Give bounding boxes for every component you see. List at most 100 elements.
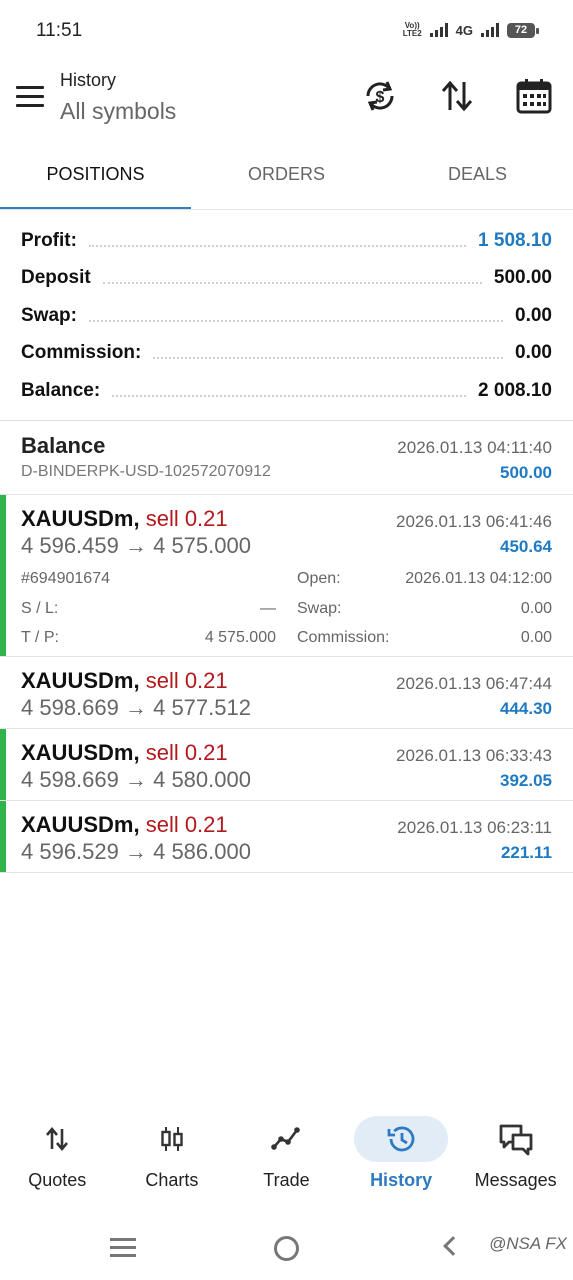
balance-title: Balance	[21, 433, 106, 458]
sl-label: S / L:	[21, 600, 59, 617]
signal-icon-2	[481, 23, 499, 37]
nav-charts[interactable]: Charts	[115, 1108, 230, 1198]
balance-comment: D-BINDERPK-USD-102572070912	[21, 463, 271, 480]
deal-time: 2026.01.13 06:33:43	[396, 746, 552, 765]
deal-time: 2026.01.13 06:41:46	[396, 512, 552, 531]
tab-orders[interactable]: ORDERS	[191, 150, 382, 210]
nav-label: History	[370, 1170, 433, 1190]
summary-label: Commission:	[21, 342, 142, 364]
commission-value: 0.00	[520, 629, 552, 646]
nav-quotes[interactable]: Quotes	[0, 1108, 115, 1198]
nav-history[interactable]: History	[344, 1108, 459, 1198]
position-title: XAUUSDm, sell 0.21	[21, 740, 228, 766]
summary-label: Swap:	[21, 304, 77, 326]
summary-label: Deposit	[21, 267, 91, 289]
deal-amount: 500.00	[500, 463, 552, 482]
list-item-position[interactable]: XAUUSDm, sell 0.21 4 598.669 → 4 580.000…	[0, 729, 573, 801]
status-icons: Vo)) LTE2 4G 72	[403, 22, 539, 38]
swap-label: Swap:	[297, 600, 342, 617]
tab-positions[interactable]: POSITIONS	[0, 150, 191, 210]
sort-icon[interactable]	[437, 76, 477, 116]
position-side: sell 0.21	[145, 506, 228, 531]
position-title: XAUUSDm, sell 0.21	[21, 506, 228, 532]
deal-list: Balance D-BINDERPK-USD-102572070912 2026…	[0, 421, 573, 873]
position-side: sell 0.21	[145, 740, 228, 765]
deal-time: 2026.01.13 06:47:44	[396, 674, 552, 693]
dotted-leader	[88, 319, 504, 322]
app-bar: History All symbols $	[0, 60, 573, 140]
commission-label: Commission:	[297, 629, 390, 646]
summary-row-profit: Profit: 1 508.10	[0, 222, 573, 260]
recents-icon[interactable]	[110, 1238, 136, 1258]
tp-label: T / P:	[21, 629, 59, 646]
summary-value: 0.00	[515, 304, 552, 326]
network-type: 4G	[455, 22, 473, 38]
deal-profit: 221.11	[500, 843, 552, 862]
position-prices: 4 596.459 → 4 575.000	[21, 533, 251, 558]
position-title: XAUUSDm, sell 0.21	[21, 812, 228, 838]
dotted-leader	[102, 282, 482, 285]
system-navigation	[0, 1218, 573, 1280]
open-label: Open:	[297, 570, 341, 587]
history-tabs: POSITIONS ORDERS DEALS	[0, 150, 573, 210]
calendar-icon[interactable]	[514, 76, 554, 116]
quotes-arrows-icon	[25, 1116, 89, 1162]
symbol-filter[interactable]: All symbols	[60, 98, 176, 125]
deal-time: 2026.01.13 06:23:11	[397, 818, 552, 837]
position-title: XAUUSDm, sell 0.21	[21, 668, 228, 694]
nav-label: Charts	[145, 1170, 199, 1190]
nav-trade[interactable]: Trade	[229, 1108, 344, 1198]
page-title: History	[60, 70, 117, 90]
nav-messages[interactable]: Messages	[458, 1108, 573, 1198]
candlestick-icon	[140, 1116, 204, 1162]
home-icon[interactable]	[274, 1236, 299, 1261]
dotted-leader	[112, 394, 467, 397]
history-icon	[354, 1116, 449, 1162]
watermark: @NSA FX	[488, 1234, 567, 1253]
summary-value: 1 508.10	[478, 229, 552, 251]
dotted-leader	[153, 357, 504, 360]
position-side: sell 0.21	[145, 812, 228, 837]
trade-line-icon	[254, 1116, 318, 1162]
position-symbol: XAUUSDm,	[21, 812, 140, 837]
deal-profit: 392.05	[500, 771, 552, 790]
summary-row-swap: Swap: 0.00	[0, 297, 573, 335]
swap-value: 0.00	[520, 600, 552, 617]
position-symbol: XAUUSDm,	[21, 740, 140, 765]
position-side: sell 0.21	[145, 668, 228, 693]
deal-profit: 450.64	[500, 537, 552, 556]
messages-icon	[484, 1116, 548, 1162]
list-item-balance[interactable]: Balance D-BINDERPK-USD-102572070912 2026…	[0, 421, 573, 495]
position-prices: 4 598.669 → 4 580.000	[21, 767, 251, 792]
battery-icon: 72	[507, 22, 539, 38]
status-bar: 11:51 Vo)) LTE2 4G 72	[0, 0, 573, 60]
summary-label: Balance:	[21, 379, 101, 401]
status-time: 11:51	[36, 20, 83, 41]
history-summary: Profit: 1 508.10 Deposit 500.00 Swap: 0.…	[0, 222, 573, 410]
back-icon[interactable]	[443, 1236, 463, 1256]
dotted-leader	[88, 244, 467, 247]
list-item-position[interactable]: XAUUSDm, sell 0.21 4 598.669 → 4 577.512…	[0, 657, 573, 729]
summary-value: 2 008.10	[478, 379, 552, 401]
sl-value: —	[260, 600, 276, 617]
summary-value: 500.00	[493, 267, 552, 289]
tab-deals[interactable]: DEALS	[382, 150, 573, 210]
nav-label: Trade	[263, 1170, 310, 1190]
tp-value: 4 575.000	[204, 629, 276, 646]
menu-icon[interactable]	[16, 86, 44, 108]
summary-row-deposit: Deposit 500.00	[0, 260, 573, 298]
nav-label: Quotes	[28, 1170, 87, 1190]
position-symbol: XAUUSDm,	[21, 668, 140, 693]
position-prices: 4 598.669 → 4 577.512	[21, 695, 251, 720]
nav-label: Messages	[474, 1170, 557, 1190]
deal-profit: 444.30	[500, 699, 552, 718]
tab-divider	[0, 209, 573, 210]
list-item-position[interactable]: XAUUSDm, sell 0.21 4 596.459 → 4 575.000…	[0, 495, 573, 657]
summary-label: Profit:	[21, 229, 77, 251]
svg-text:$: $	[376, 89, 385, 106]
summary-value: 0.00	[515, 342, 552, 364]
list-item-position[interactable]: XAUUSDm, sell 0.21 4 596.529 → 4 586.000…	[0, 801, 573, 873]
summary-row-commission: Commission: 0.00	[0, 335, 573, 373]
currency-refresh-icon[interactable]: $	[360, 76, 400, 116]
summary-row-balance: Balance: 2 008.10	[0, 372, 573, 410]
